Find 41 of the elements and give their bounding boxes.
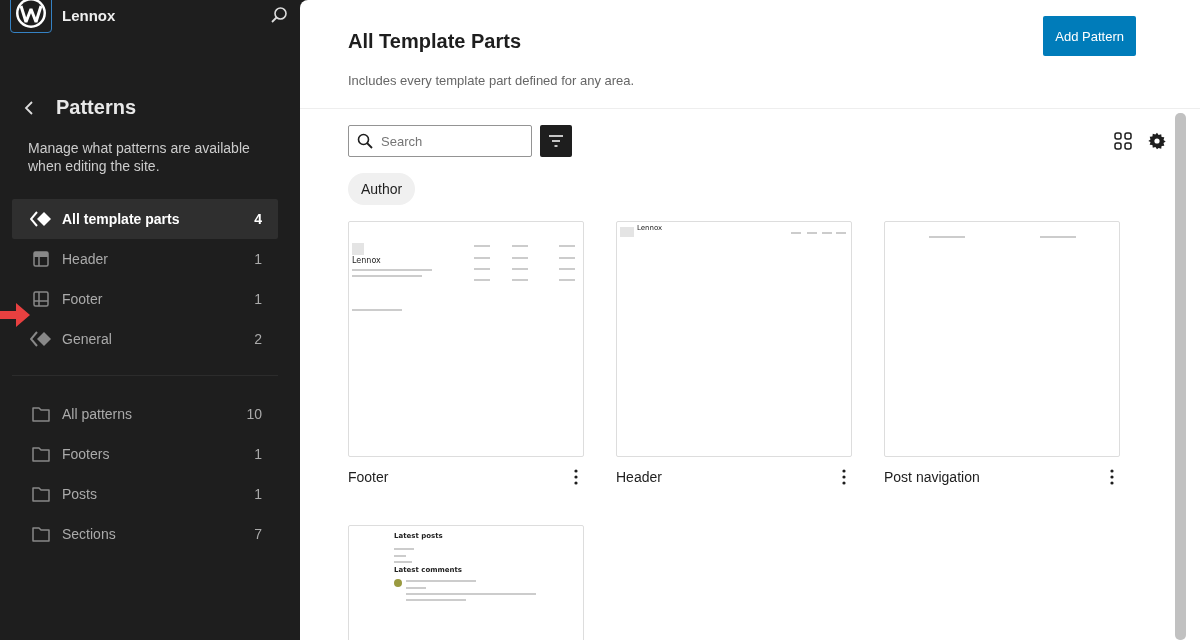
image-placeholder	[620, 227, 634, 237]
preview-text: Lennox	[352, 256, 381, 265]
filter-button[interactable]	[540, 125, 572, 157]
sidebar-item[interactable]: Footer 1	[12, 279, 278, 319]
vertical-ellipsis-icon	[574, 469, 578, 485]
pattern-preview[interactable]: Lennox	[348, 221, 584, 457]
section-title: Patterns	[56, 96, 137, 119]
image-placeholder	[352, 243, 364, 255]
pattern-title: Header	[616, 469, 662, 485]
layout-icon	[33, 291, 49, 307]
chevron-left-icon	[24, 100, 34, 115]
page-title: All Template Parts	[348, 30, 523, 53]
sidebar-item[interactable]: General 2	[12, 319, 278, 359]
avatar-icon	[394, 579, 402, 587]
pattern-title: Footer	[348, 469, 389, 485]
sidebar-item[interactable]: Sections 7	[12, 514, 278, 554]
vertical-ellipsis-icon	[1110, 469, 1114, 485]
add-pattern-button[interactable]: Add Pattern	[1043, 16, 1136, 56]
sidebar-item[interactable]: Header 1	[12, 239, 278, 279]
filter-icon	[549, 135, 563, 147]
page-description: Includes every template part defined for any area.	[348, 73, 635, 88]
site-name: Lennox	[62, 6, 117, 24]
pattern-title: Post navigation	[884, 469, 980, 485]
folder-icon	[32, 446, 50, 462]
wordpress-logo[interactable]	[10, 0, 52, 33]
search-field[interactable]: Search	[348, 125, 532, 157]
folder-icon	[32, 526, 50, 542]
folder-icon	[32, 486, 50, 502]
layout-icon	[33, 251, 49, 267]
scrollbar[interactable]	[1175, 113, 1186, 640]
folder-icon	[32, 406, 50, 422]
sidebar-item[interactable]: Posts 1	[12, 474, 278, 514]
search-icon[interactable]	[270, 6, 288, 24]
sidebar-item[interactable]: Footers 1	[12, 434, 278, 474]
sidebar-item[interactable]: All template parts 4	[12, 199, 278, 239]
section-description: Manage what patterns are available when editing the site.	[28, 139, 251, 175]
diamond-icon	[30, 211, 52, 227]
vertical-ellipsis-icon	[842, 469, 846, 485]
sidebar-item[interactable]: All patterns 10	[12, 394, 278, 434]
diamond-icon	[30, 331, 52, 347]
author-filter-chip[interactable]: Author	[348, 173, 416, 205]
